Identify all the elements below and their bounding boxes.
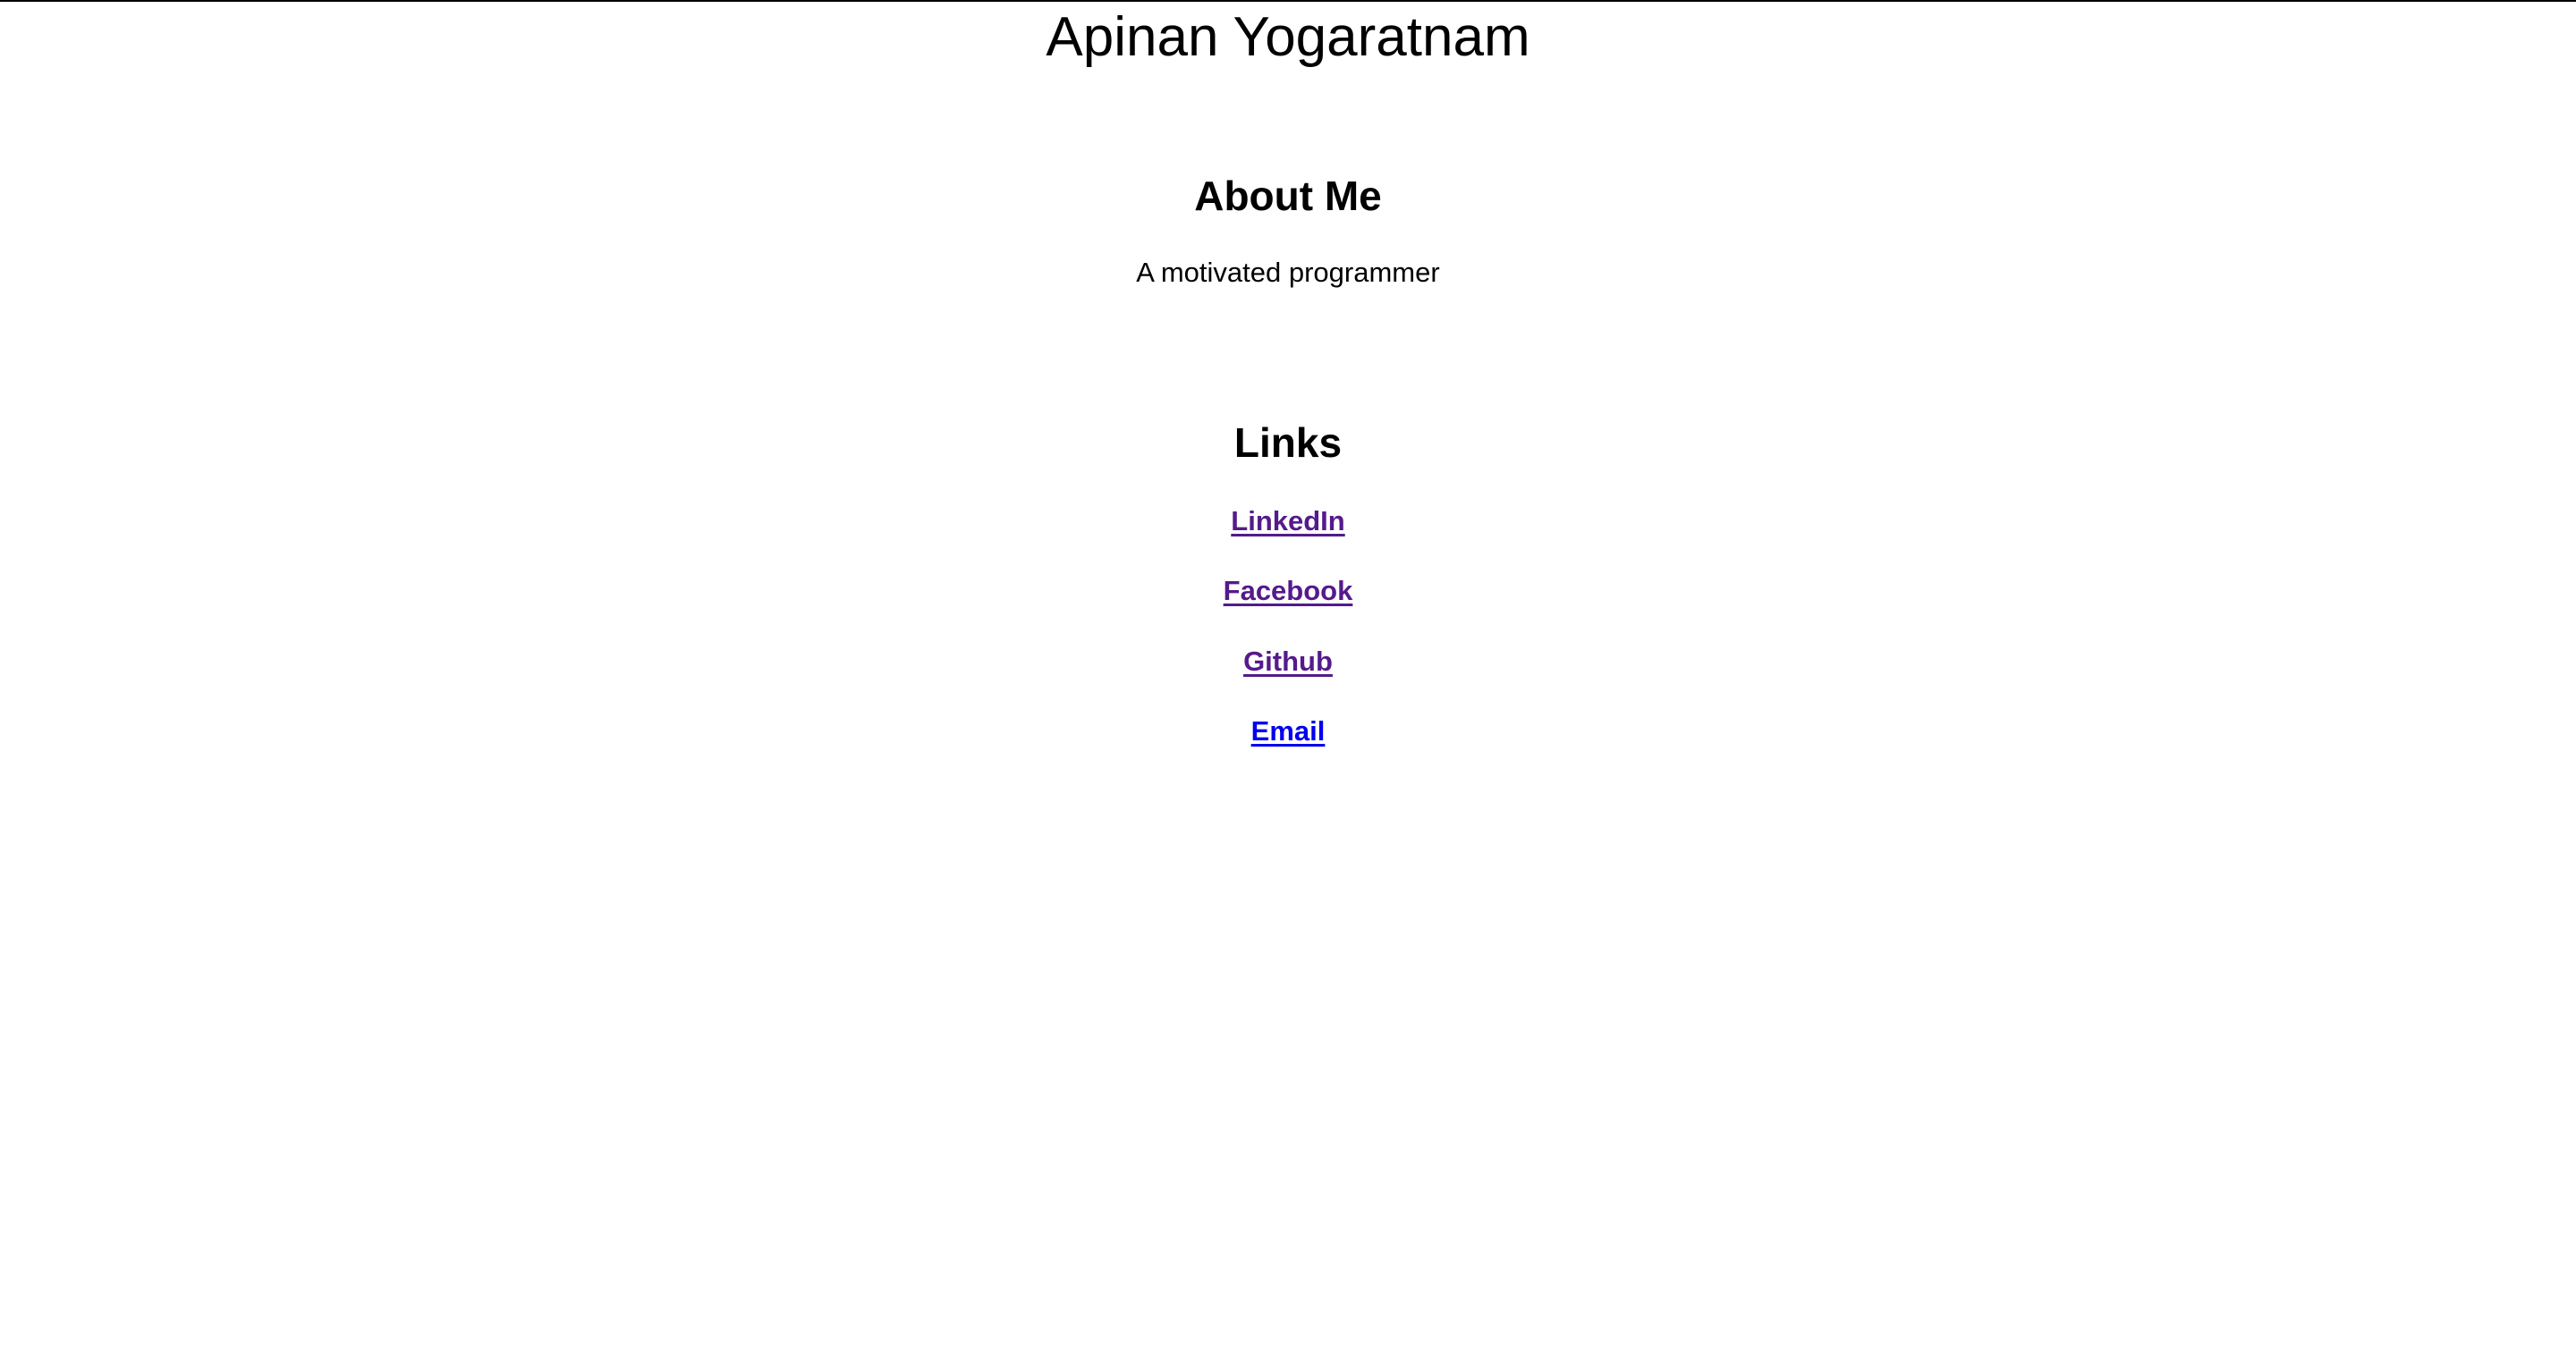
about-text: A motivated programmer [1136,257,1440,288]
about-heading: About Me [1194,173,1382,219]
link-row-email: Email [0,712,2576,751]
facebook-link[interactable]: Facebook [1224,575,1353,606]
link-row-facebook: Facebook [0,571,2576,611]
link-row-linkedin: LinkedIn [0,502,2576,541]
link-row-github: Github [0,642,2576,681]
page-title: Apinan Yogaratnam [1046,6,1530,68]
email-link[interactable]: Email [1251,715,1326,747]
linkedin-link[interactable]: LinkedIn [1231,505,1344,536]
links-heading: Links [1233,419,1343,466]
github-link[interactable]: Github [1243,646,1333,677]
